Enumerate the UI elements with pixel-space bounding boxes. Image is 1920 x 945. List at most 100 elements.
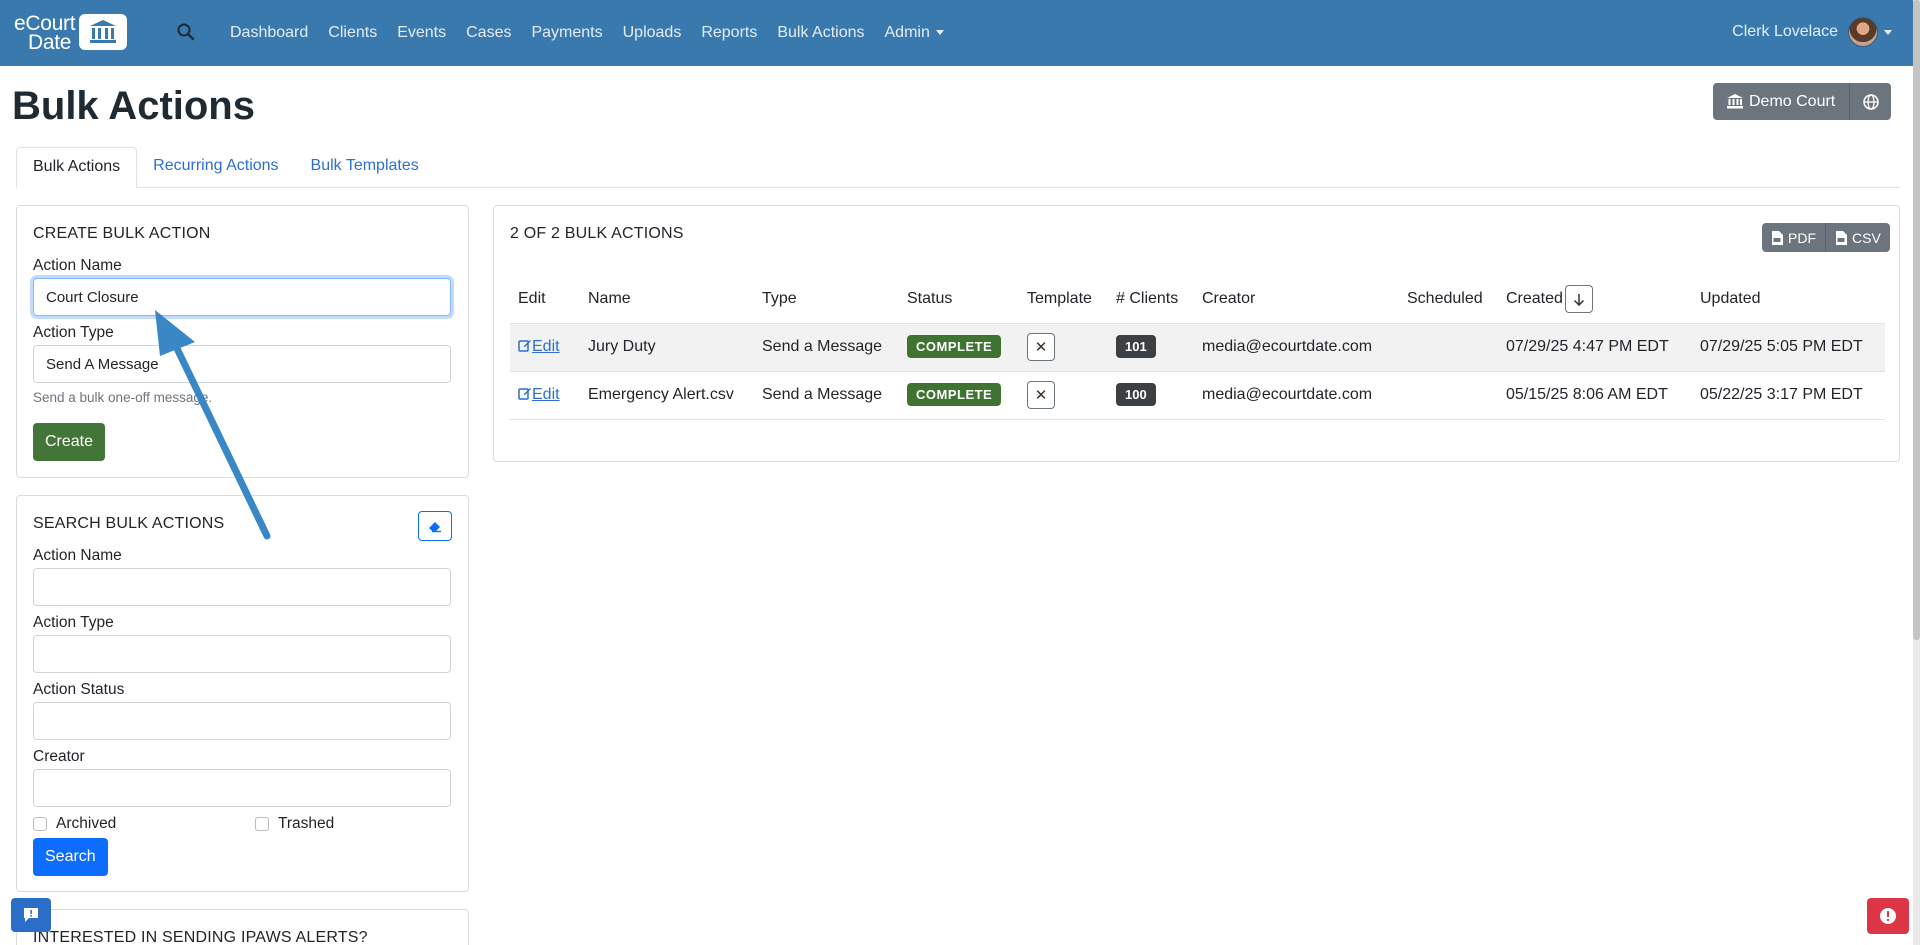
close-icon: ✕ [1027, 333, 1055, 361]
nav-links: Dashboard Clients Events Cases Payments … [230, 0, 964, 66]
top-navbar: eCourt Date Dashboard Clients Events Cas… [0, 0, 1920, 66]
caret-down-icon [935, 30, 944, 36]
create-bulk-action-card: CREATE BULK ACTION Action Name Action Ty… [16, 205, 469, 478]
created-cell: 05/15/25 8:06 AM EDT [1498, 371, 1692, 420]
alert-icon [1880, 908, 1896, 924]
export-pdf-button[interactable]: PDF [1762, 223, 1825, 252]
col-type[interactable]: Type [754, 276, 899, 324]
search-status-select[interactable] [33, 702, 451, 740]
edit-link[interactable]: Edit [518, 338, 560, 355]
col-creator[interactable]: Creator [1194, 276, 1399, 324]
create-button[interactable]: Create [33, 423, 106, 461]
nav-dashboard[interactable]: Dashboard [230, 24, 308, 42]
court-label: Demo Court [1749, 92, 1836, 110]
search-type-select[interactable] [33, 635, 451, 673]
courthouse-icon [79, 14, 128, 50]
results-card: 2 OF 2 BULK ACTIONS PDF CSV Edit Name Ty… [493, 205, 1900, 462]
csv-label: CSV [1852, 229, 1881, 246]
col-template[interactable]: Template [1019, 276, 1108, 324]
nav-reports[interactable]: Reports [701, 24, 757, 42]
edit-cell: Edit [510, 371, 580, 420]
court-button-group: Demo Court [1713, 83, 1892, 120]
nav-payments[interactable]: Payments [531, 24, 602, 42]
pdf-label: PDF [1788, 229, 1816, 246]
nav-admin-dropdown[interactable]: Admin [885, 24, 944, 42]
user-menu[interactable]: Clerk Lovelace [1732, 17, 1892, 47]
arrow-down-icon[interactable] [1564, 285, 1593, 314]
ipaws-title[interactable]: INTERESTED IN SENDING IPAWS ALERTS? [33, 929, 368, 945]
col-created-label: Created [1506, 290, 1563, 308]
bulk-actions-table: Edit Name Type Status Template # Clients… [510, 276, 1885, 420]
alert-button[interactable] [1867, 898, 1909, 934]
search-icon[interactable] [176, 22, 196, 42]
nav-admin-label: Admin [884, 24, 930, 41]
edit-icon [518, 388, 531, 400]
col-scheduled[interactable]: Scheduled [1399, 276, 1498, 324]
creator-cell: media@ecourtdate.com [1194, 323, 1399, 372]
clients-cell: 101 [1108, 323, 1194, 372]
search-name-input[interactable] [33, 568, 451, 606]
create-card-title: CREATE BULK ACTION [33, 225, 211, 242]
chat-button[interactable] [11, 898, 51, 932]
clients-cell: 100 [1108, 371, 1194, 420]
trashed-option[interactable]: Trashed [255, 815, 334, 833]
demo-court-button[interactable]: Demo Court [1713, 83, 1850, 120]
archived-label: Archived [56, 815, 117, 832]
avatar [1848, 17, 1878, 47]
search-status-label: Action Status [33, 681, 125, 698]
col-created[interactable]: Created [1498, 276, 1692, 324]
action-type-label: Action Type [33, 324, 114, 341]
tab-recurring-actions[interactable]: Recurring Actions [137, 147, 294, 188]
archived-option[interactable]: Archived [33, 815, 116, 833]
search-creator-label: Creator [33, 748, 85, 765]
type-cell: Send a Message [754, 323, 899, 372]
edit-icon [518, 340, 531, 352]
brand-logo[interactable]: eCourt Date [14, 13, 128, 54]
chat-icon [24, 908, 38, 922]
language-button[interactable] [1849, 83, 1892, 120]
col-clients[interactable]: # Clients [1108, 276, 1194, 324]
export-buttons: PDF CSV [1762, 223, 1890, 252]
brand-text: eCourt Date [14, 13, 76, 54]
page-title: Bulk Actions [12, 84, 255, 128]
bank-icon [1727, 94, 1743, 109]
tab-bulk-actions[interactable]: Bulk Actions [16, 147, 138, 188]
status-cell: COMPLETE [899, 371, 1019, 420]
scrollbar-thumb[interactable] [1913, 0, 1920, 640]
search-button[interactable]: Search [33, 838, 108, 876]
ipaws-card: INTERESTED IN SENDING IPAWS ALERTS? [16, 909, 469, 945]
action-type-value: Send A Message [46, 355, 159, 373]
nav-cases[interactable]: Cases [466, 24, 511, 42]
edit-link[interactable]: Edit [518, 386, 560, 403]
clear-search-button[interactable] [418, 511, 452, 541]
page-scrollbar[interactable] [1913, 0, 1920, 945]
created-cell: 07/29/25 4:47 PM EDT [1498, 323, 1692, 372]
clients-badge: 101 [1116, 335, 1156, 358]
trashed-checkbox[interactable] [255, 817, 269, 831]
export-csv-button[interactable]: CSV [1825, 223, 1890, 252]
template-cell: ✕ [1019, 371, 1108, 420]
action-type-select[interactable]: Send A Message [33, 345, 451, 383]
col-name[interactable]: Name [580, 276, 754, 324]
edit-cell: Edit [510, 323, 580, 372]
table-row: Edit Jury Duty Send a Message COMPLETE ✕… [510, 323, 1885, 372]
nav-uploads[interactable]: Uploads [623, 24, 682, 42]
table-header-row: Edit Name Type Status Template # Clients… [510, 276, 1885, 324]
archived-checkbox[interactable] [33, 817, 47, 831]
edit-label: Edit [532, 386, 560, 403]
name-cell: Jury Duty [580, 323, 754, 372]
nav-clients[interactable]: Clients [328, 24, 377, 42]
brand-line2: Date [28, 31, 72, 54]
updated-cell: 05/22/25 3:17 PM EDT [1692, 371, 1885, 420]
col-updated[interactable]: Updated [1692, 276, 1885, 324]
nav-events[interactable]: Events [397, 24, 446, 42]
status-cell: COMPLETE [899, 323, 1019, 372]
search-creator-input[interactable] [33, 769, 451, 807]
action-name-label: Action Name [33, 257, 122, 274]
nav-bulk-actions[interactable]: Bulk Actions [777, 24, 864, 42]
scheduled-cell [1399, 371, 1498, 420]
tab-bulk-templates[interactable]: Bulk Templates [295, 147, 435, 188]
action-name-input[interactable] [33, 278, 451, 316]
col-status[interactable]: Status [899, 276, 1019, 324]
close-icon: ✕ [1027, 381, 1055, 409]
